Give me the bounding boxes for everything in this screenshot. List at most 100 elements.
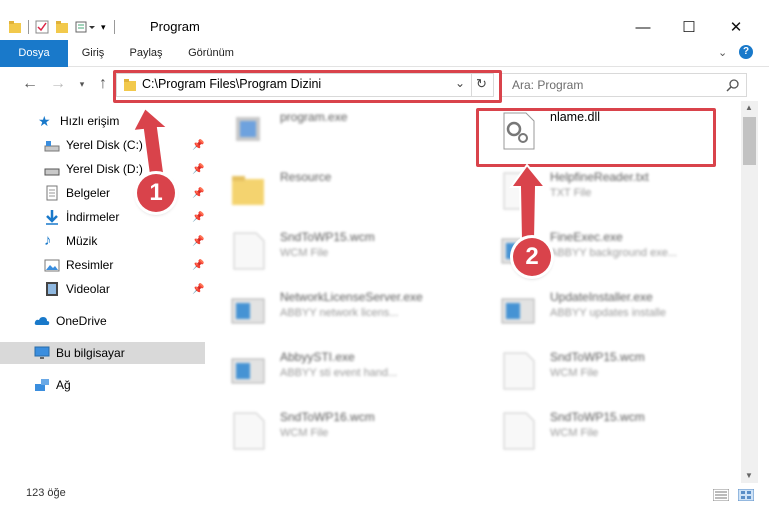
address-bar-highlight	[113, 70, 502, 103]
file-name: FineExec.exe	[550, 230, 623, 244]
search-input[interactable]: Ara: Program	[512, 78, 583, 92]
wcm-file-icon	[503, 412, 535, 450]
tab-view[interactable]: Görünüm	[182, 40, 240, 66]
maximize-button[interactable]: ☐	[666, 14, 712, 40]
file-type: ABBYY updates installe	[550, 307, 666, 319]
pin-icon[interactable]: 📌	[192, 212, 204, 223]
file-item[interactable]: Resource	[208, 163, 448, 215]
videos-icon	[46, 282, 58, 296]
file-type: TXT File	[550, 187, 592, 199]
search-box[interactable]: Ara: Program	[501, 73, 747, 97]
customize-toolbar-icon[interactable]: ▾	[101, 22, 106, 33]
sidebar-item-label: Videolar	[66, 282, 110, 296]
file-item[interactable]: SndToWP15.wcm WCM File	[478, 343, 718, 395]
sidebar-item-onedrive[interactable]: OneDrive	[0, 310, 205, 332]
music-icon: ♪	[44, 232, 52, 249]
scroll-down-icon[interactable]: ▼	[745, 471, 753, 480]
pin-icon[interactable]: 📌	[192, 284, 204, 295]
sidebar-item-pictures[interactable]: Resimler 📌	[0, 254, 205, 276]
dll-file-highlight	[476, 108, 716, 167]
pin-icon[interactable]: 📌	[192, 236, 204, 247]
file-item[interactable]: program.exe	[208, 103, 448, 155]
search-icon[interactable]	[726, 78, 740, 92]
file-name: NetworkLicenseServer.exe	[280, 290, 423, 304]
pin-icon[interactable]: 📌	[192, 260, 204, 271]
pin-icon[interactable]: 📌	[192, 164, 204, 175]
folder-icon[interactable]	[8, 20, 22, 34]
file-name: SndToWP16.wcm	[280, 410, 375, 424]
pin-icon[interactable]: 📌	[192, 140, 204, 151]
sidebar-item-label: Bu bilgisayar	[56, 346, 125, 360]
file-type: ABBYY network licens...	[280, 307, 399, 319]
file-type: WCM File	[280, 427, 329, 439]
wcm-file-icon	[233, 232, 265, 270]
ribbon: Dosya Giriş Paylaş Görünüm ⌄ ?	[0, 40, 769, 92]
separator	[28, 20, 29, 34]
sidebar-item-label: Ağ	[56, 378, 71, 392]
file-item[interactable]: AbbyySTI.exe ABBYY sti event hand...	[208, 343, 448, 395]
close-button[interactable]: ✕	[713, 14, 759, 40]
sidebar-item-quick-access[interactable]: ★ Hızlı erişim	[0, 110, 205, 132]
wcm-file-icon	[503, 352, 535, 390]
wcm-file-icon	[233, 412, 265, 450]
sidebar-item-disk-c[interactable]: Yerel Disk (C:) 📌	[0, 134, 205, 156]
file-item[interactable]: SndToWP16.wcm WCM File	[208, 403, 448, 455]
text-file-icon	[503, 172, 535, 210]
file-name: SndToWP15.wcm	[280, 230, 375, 244]
file-item[interactable]: NetworkLicenseServer.exe ABBYY network l…	[208, 283, 448, 335]
file-item[interactable]: SndToWP15.wcm WCM File	[478, 403, 718, 455]
sidebar-item-label: Müzik	[66, 234, 98, 248]
exe-icon	[231, 358, 265, 384]
view-dropdown-icon[interactable]	[75, 20, 97, 34]
back-button[interactable]: ←	[20, 75, 40, 93]
file-item[interactable]: HelpfineReader.txt TXT File	[478, 163, 718, 215]
details-view-icon[interactable]	[713, 489, 729, 501]
sidebar-item-label: İndirmeler	[66, 210, 120, 224]
vertical-scrollbar[interactable]: ▲ ▼	[741, 101, 758, 483]
up-button[interactable]: ↑	[93, 75, 113, 93]
step-badge-1: 1	[137, 174, 175, 212]
large-icons-view-icon[interactable]	[738, 489, 754, 501]
sidebar-item-downloads[interactable]: İndirmeler 📌	[0, 206, 205, 228]
properties-icon[interactable]	[35, 20, 49, 34]
sidebar-item-label: Yerel Disk (C:)	[66, 138, 143, 152]
pin-icon[interactable]: 📌	[192, 188, 204, 199]
new-folder-icon[interactable]	[55, 20, 69, 34]
tab-share[interactable]: Paylaş	[122, 40, 170, 66]
sidebar-item-music[interactable]: ♪ Müzik 📌	[0, 230, 205, 252]
drive-icon	[44, 141, 60, 152]
file-item[interactable]: SndToWP15.wcm WCM File	[208, 223, 448, 275]
recent-locations-icon[interactable]: ▾	[72, 75, 92, 93]
file-type: WCM File	[550, 427, 599, 439]
scrollbar-thumb[interactable]	[743, 117, 756, 165]
tab-home[interactable]: Giriş	[72, 40, 114, 66]
minimize-button[interactable]: —	[620, 14, 666, 40]
download-icon	[46, 210, 58, 225]
title-bar: ▾ Program — ☐ ✕	[0, 0, 769, 40]
file-type: ABBYY sti event hand...	[280, 367, 398, 379]
sidebar-item-disk-d[interactable]: Yerel Disk (D:) 📌	[0, 158, 205, 180]
file-name: Resource	[280, 170, 332, 184]
help-icon[interactable]: ?	[739, 45, 753, 59]
file-name: HelpfineReader.txt	[550, 170, 649, 184]
pictures-icon	[44, 259, 60, 272]
file-type: ABBYY background exe...	[550, 247, 677, 259]
file-name: SndToWP15.wcm	[550, 350, 645, 364]
file-item[interactable]: UpdateInstaller.exe ABBYY updates instal…	[478, 283, 718, 335]
sidebar-item-this-pc[interactable]: Bu bilgisayar	[0, 342, 205, 364]
computer-icon	[34, 346, 50, 359]
window-title: Program	[150, 19, 200, 34]
cloud-icon	[34, 317, 50, 325]
item-count: 123 öğe	[26, 487, 66, 499]
documents-icon	[46, 185, 58, 201]
exe-icon	[231, 298, 265, 324]
exe-icon	[501, 298, 535, 324]
sidebar-item-network[interactable]: Ağ	[0, 374, 205, 396]
file-name: AbbyySTI.exe	[280, 350, 355, 364]
quick-access-toolbar: ▾	[8, 18, 123, 36]
exe-icon	[236, 117, 260, 141]
expand-ribbon-icon[interactable]: ⌄	[718, 46, 727, 59]
sidebar-item-videos[interactable]: Videolar 📌	[0, 278, 205, 300]
forward-button[interactable]: →	[48, 75, 68, 93]
scroll-up-icon[interactable]: ▲	[745, 103, 753, 112]
